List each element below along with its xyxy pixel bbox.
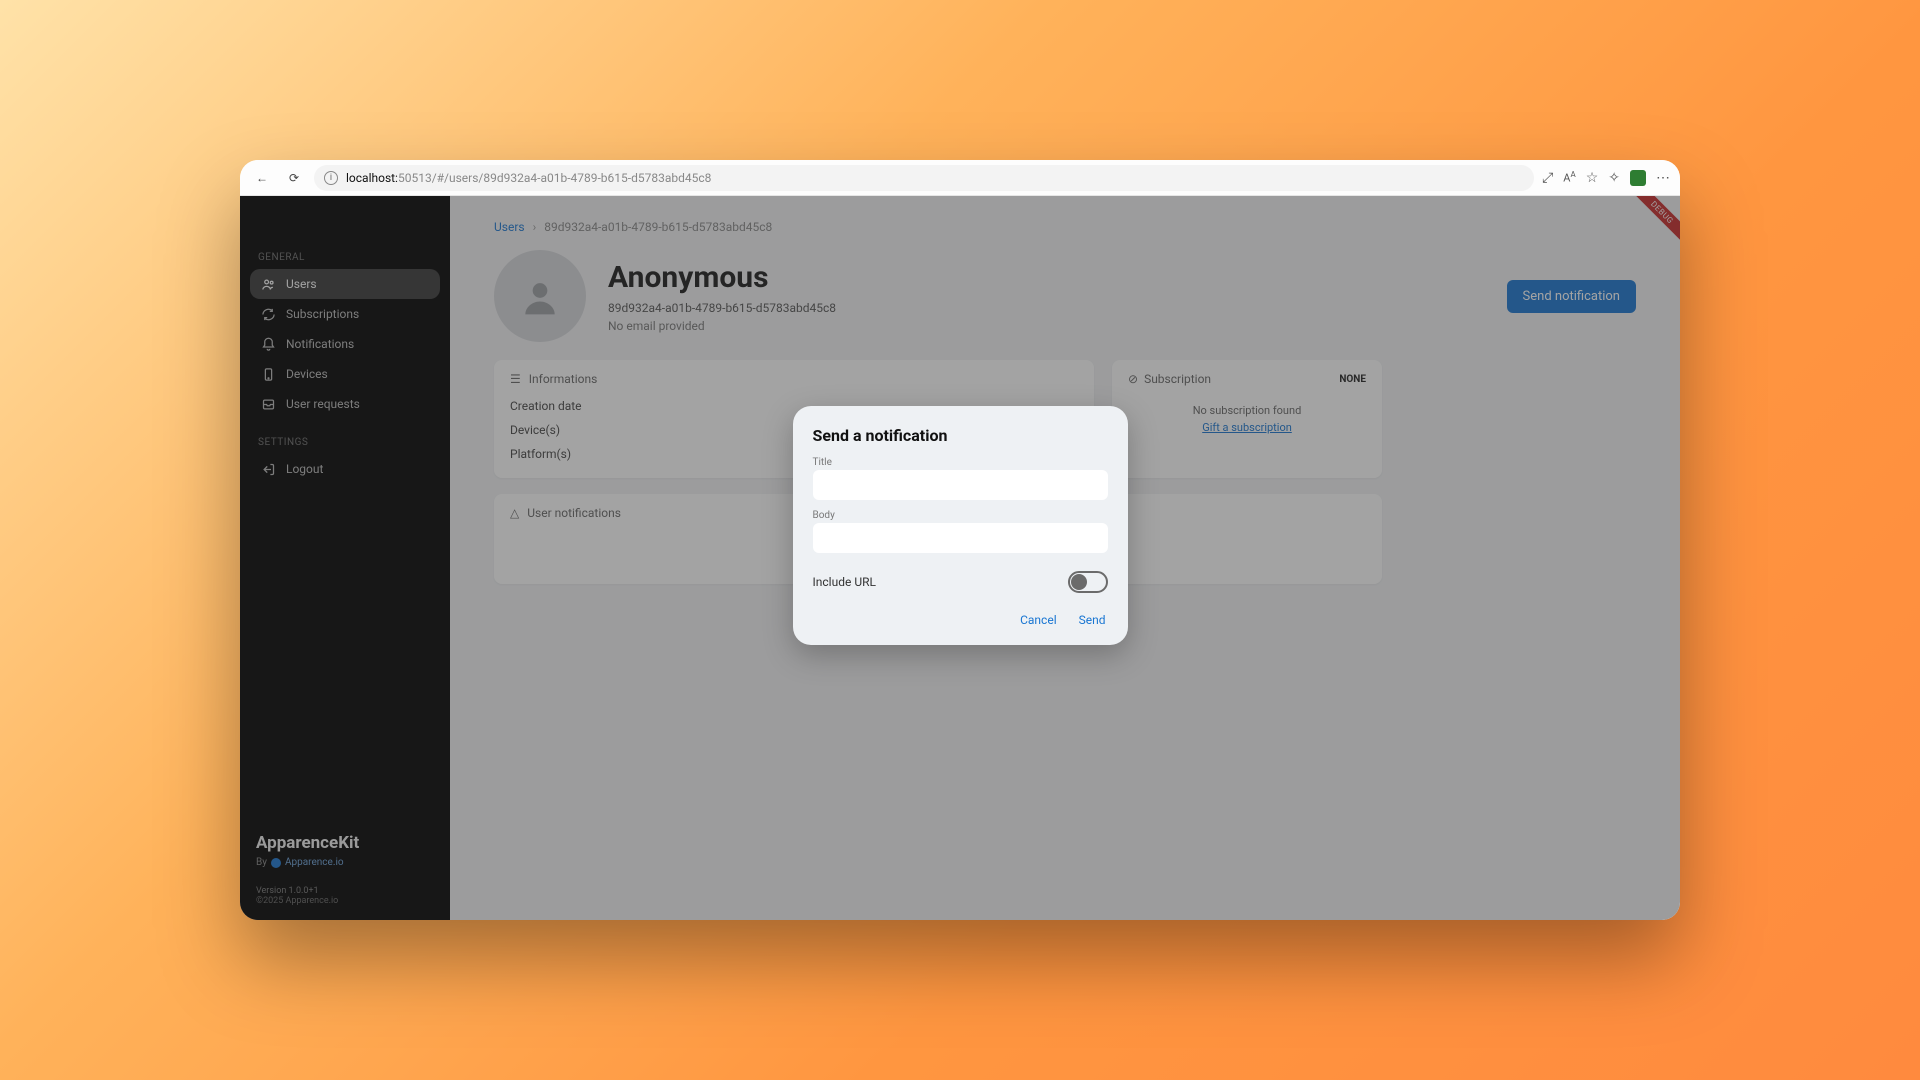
favorite-icon[interactable]: ☆ [1586, 170, 1599, 186]
read-aloud-icon[interactable]: ⤢ [1542, 170, 1553, 186]
extension-icon[interactable] [1630, 170, 1646, 186]
body-label: Body [813, 510, 1108, 521]
url-text: localhost:50513/#/users/89d932a4-a01b-47… [346, 171, 711, 185]
site-info-icon[interactable]: i [324, 171, 338, 185]
chrome-right-icons: ⤢ AA ☆ ✧ ⋯ [1542, 170, 1670, 186]
send-button[interactable]: Send [1077, 609, 1108, 631]
back-button[interactable]: ← [250, 166, 274, 190]
browser-chrome: ← ⟳ i localhost:50513/#/users/89d932a4-a… [240, 160, 1680, 196]
include-url-toggle[interactable] [1068, 571, 1108, 593]
title-label: Title [813, 457, 1108, 468]
body-input[interactable] [813, 523, 1108, 553]
app-body: GENERAL Users Subscriptions Notification… [240, 196, 1680, 920]
include-url-label: Include URL [813, 575, 876, 589]
modal-overlay[interactable]: Send a notification Title Body Include U… [240, 196, 1680, 920]
cancel-button[interactable]: Cancel [1018, 609, 1059, 631]
collections-icon[interactable]: ✧ [1608, 170, 1620, 186]
browser-window: ← ⟳ i localhost:50513/#/users/89d932a4-a… [240, 160, 1680, 920]
send-notification-modal: Send a notification Title Body Include U… [793, 406, 1128, 645]
reload-button[interactable]: ⟳ [282, 166, 306, 190]
title-input[interactable] [813, 470, 1108, 500]
url-bar[interactable]: i localhost:50513/#/users/89d932a4-a01b-… [314, 165, 1534, 191]
text-size-icon[interactable]: AA [1563, 170, 1575, 185]
more-icon[interactable]: ⋯ [1656, 170, 1670, 186]
modal-title: Send a notification [813, 426, 1108, 445]
